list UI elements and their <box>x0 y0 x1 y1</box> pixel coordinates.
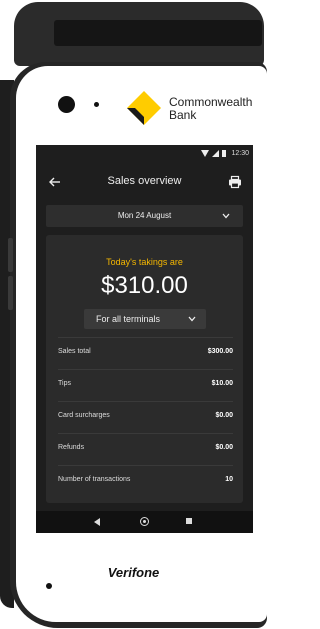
row-value: $0.00 <box>215 412 233 419</box>
date-selector[interactable]: Mon 24 August <box>46 205 243 227</box>
printer-icon[interactable] <box>228 175 242 189</box>
system-nav-bar <box>36 511 253 533</box>
row-label: Refunds <box>58 444 85 451</box>
terminal-filter-dropdown[interactable]: For all terminals <box>84 309 206 329</box>
bank-name-line2: Bank <box>169 108 197 122</box>
nav-home-icon[interactable] <box>140 517 149 526</box>
row-label: Number of transactions <box>58 476 131 483</box>
bank-logo-icon <box>127 91 161 125</box>
page-title: Sales overview <box>107 175 182 187</box>
summary-row: Refunds $0.00 <box>58 433 233 465</box>
indicator-dot <box>46 583 52 589</box>
printer-top <box>14 2 264 66</box>
status-time: 12:30 <box>231 149 249 157</box>
sensor-dot <box>94 102 99 107</box>
camera-dot <box>58 96 75 113</box>
bank-name: Commonwealth Bank <box>169 96 264 122</box>
summary-row: Sales total $300.00 <box>58 337 233 369</box>
wifi-icon <box>201 149 210 157</box>
device-frame: Commonwealth Bank Verifone 12:30 Sales o… <box>0 0 267 629</box>
signal-icon <box>212 149 220 157</box>
row-label: Tips <box>58 380 71 387</box>
device-maker-logo: Verifone <box>107 565 160 580</box>
chevron-down-icon <box>222 213 230 219</box>
row-value: $10.00 <box>211 380 233 387</box>
side-button-upper[interactable] <box>8 238 13 272</box>
takings-label: Today's takings are <box>106 257 183 267</box>
row-label: Card surcharges <box>58 412 110 419</box>
battery-icon <box>222 149 227 157</box>
takings-amount: $310.00 <box>101 272 188 299</box>
date-selector-value: Mon 24 August <box>117 211 172 220</box>
row-value: $300.00 <box>207 348 233 355</box>
terminal-filter-value: For all terminals <box>96 314 161 324</box>
takings-card: Today's takings are $310.00 For all term… <box>46 235 243 503</box>
summary-row: Number of transactions 10 <box>58 465 233 497</box>
chevron-down-icon <box>188 316 196 322</box>
screen: 12:30 Sales overview Mon 24 August Today… <box>36 145 253 533</box>
nav-back-icon[interactable] <box>94 518 100 526</box>
summary-row: Tips $10.00 <box>58 369 233 401</box>
row-value: 10 <box>225 476 233 483</box>
nav-recents-icon[interactable] <box>186 518 192 524</box>
printer-slot <box>54 20 262 46</box>
summary-row: Card surcharges $0.00 <box>58 401 233 433</box>
app-bar: Sales overview <box>36 171 253 193</box>
row-value: $0.00 <box>215 444 233 451</box>
status-bar: 12:30 <box>36 145 253 161</box>
row-label: Sales total <box>58 348 91 355</box>
side-button-lower[interactable] <box>8 276 13 310</box>
